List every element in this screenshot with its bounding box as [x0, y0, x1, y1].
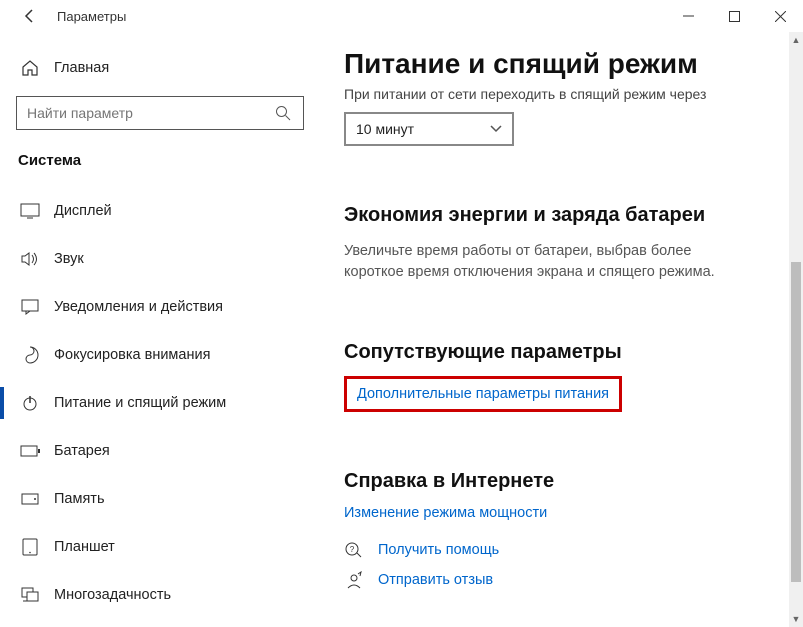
search-field[interactable]: [27, 105, 267, 121]
search-icon: [273, 103, 293, 123]
nav-item-multitask[interactable]: Многозадачность: [16, 571, 320, 619]
focus-icon: [20, 345, 40, 365]
nav-item-notifications[interactable]: Уведомления и действия: [16, 283, 320, 331]
nav-label: Дисплей: [54, 203, 112, 219]
scroll-thumb[interactable]: [791, 262, 801, 582]
home-button[interactable]: Главная: [16, 48, 320, 88]
scrollbar[interactable]: ▲ ▼: [789, 32, 803, 627]
feedback-row[interactable]: Отправить отзыв: [344, 570, 779, 590]
tablet-icon: [20, 537, 40, 557]
nav-label: Звук: [54, 251, 84, 267]
get-help-row[interactable]: ? Получить помощь: [344, 540, 779, 560]
help-heading: Справка в Интернете: [344, 470, 779, 493]
battery-icon: [20, 441, 40, 461]
feedback-link: Отправить отзыв: [378, 572, 493, 588]
display-icon: [20, 201, 40, 221]
nav-item-battery[interactable]: Батарея: [16, 427, 320, 475]
category-heading: Система: [18, 152, 320, 169]
nav-label: Питание и спящий режим: [54, 395, 226, 411]
related-heading: Сопутствующие параметры: [344, 341, 779, 364]
nav-item-focus[interactable]: Фокусировка внимания: [16, 331, 320, 379]
nav-label: Многозадачность: [54, 587, 171, 603]
economy-heading: Экономия энергии и заряда батареи: [344, 204, 779, 227]
power-icon: [20, 393, 40, 413]
nav-item-tablet[interactable]: Планшет: [16, 523, 320, 571]
sleep-label: При питании от сети переходить в спящий …: [344, 86, 779, 102]
home-label: Главная: [54, 60, 109, 76]
nav-label: Память: [54, 491, 105, 507]
nav-label: Фокусировка внимания: [54, 347, 210, 363]
search-input[interactable]: [16, 96, 304, 130]
nav-item-sound[interactable]: Звук: [16, 235, 320, 283]
nav-label: Батарея: [54, 443, 110, 459]
help-icon: ?: [344, 540, 364, 560]
home-icon: [20, 58, 40, 78]
scroll-up-arrow[interactable]: ▲: [789, 32, 803, 48]
highlighted-link-box: Дополнительные параметры питания: [344, 376, 622, 412]
sound-icon: [20, 249, 40, 269]
economy-body: Увеличьте время работы от батареи, выбра…: [344, 241, 754, 283]
svg-text:?: ?: [350, 545, 355, 554]
nav-item-display[interactable]: Дисплей: [16, 187, 320, 235]
window-controls: [665, 0, 803, 32]
minimize-button[interactable]: [665, 0, 711, 32]
page-title: Питание и спящий режим: [344, 48, 779, 80]
multitask-icon: [20, 585, 40, 605]
maximize-button[interactable]: [711, 0, 757, 32]
sidebar: Главная Система Дисплей Звук Уведомления…: [0, 32, 320, 627]
notifications-icon: [20, 297, 40, 317]
power-mode-link[interactable]: Изменение режима мощности: [344, 505, 547, 521]
nav-item-storage[interactable]: Память: [16, 475, 320, 523]
nav-label: Уведомления и действия: [54, 299, 223, 315]
nav-item-power[interactable]: Питание и спящий режим: [16, 379, 320, 427]
dropdown-value: 10 минут: [356, 121, 414, 137]
nav-label: Планшет: [54, 539, 115, 555]
content-area: Питание и спящий режим При питании от се…: [320, 32, 803, 627]
close-button[interactable]: [757, 0, 803, 32]
chevron-down-icon: [490, 120, 502, 138]
scroll-down-arrow[interactable]: ▼: [789, 611, 803, 627]
get-help-link: Получить помощь: [378, 542, 499, 558]
window-title: Параметры: [57, 9, 126, 24]
additional-power-link[interactable]: Дополнительные параметры питания: [357, 386, 609, 402]
sleep-dropdown[interactable]: 10 минут: [344, 112, 514, 146]
nav-list: Дисплей Звук Уведомления и действия Фоку…: [16, 187, 320, 619]
storage-icon: [20, 489, 40, 509]
feedback-icon: [344, 570, 364, 590]
back-button[interactable]: [15, 1, 45, 31]
